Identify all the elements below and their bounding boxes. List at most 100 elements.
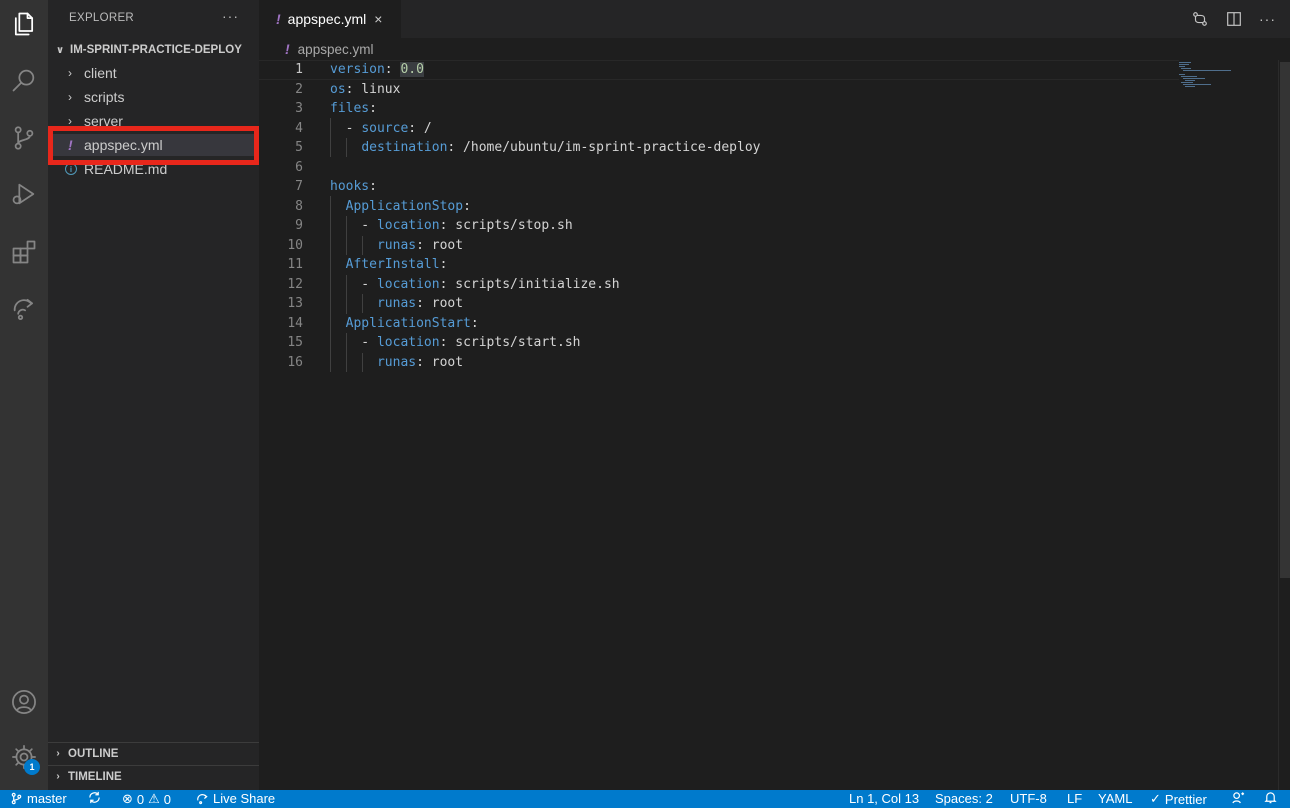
tree-item-label: appspec.yml (84, 137, 163, 153)
line-number: 13 (287, 296, 303, 312)
explorer-files-icon[interactable] (8, 8, 40, 40)
code-line[interactable]: 4 - source: / (259, 119, 1179, 139)
minimap[interactable] (1177, 60, 1277, 90)
encoding-setting[interactable]: UTF-8 (1010, 791, 1047, 806)
chevron-right-icon: › (56, 771, 60, 782)
activity-bar: 1 (0, 0, 48, 790)
warning-count: 0 (163, 791, 172, 807)
tree-folder-server[interactable]: › server (48, 110, 259, 132)
chevron-right-icon: › (68, 66, 72, 80)
code-line[interactable]: 9 - location: scripts/stop.sh (259, 216, 1179, 236)
code-line[interactable]: 2 os: linux (259, 80, 1179, 100)
chevron-right-icon: › (56, 748, 60, 759)
tree-item-label: client (84, 65, 117, 81)
code-line[interactable]: 12 - location: scripts/initialize.sh (259, 275, 1179, 295)
line-content: ApplicationStop: (345, 198, 471, 214)
sync-button[interactable] (88, 791, 101, 804)
live-share-status[interactable]: Live Share (196, 791, 275, 806)
bell-icon (1264, 792, 1277, 804)
yaml-file-icon: ! (276, 11, 281, 27)
line-content: runas: root (376, 237, 464, 253)
more-actions-button[interactable]: ··· (1259, 11, 1276, 27)
split-editor-icon[interactable] (1225, 10, 1243, 28)
line-content: - source: / (330, 120, 432, 136)
line-number: 6 (295, 159, 303, 175)
tree-folder-scripts[interactable]: › scripts (48, 86, 259, 108)
line-number: 3 (295, 101, 303, 117)
git-branch-icon (11, 792, 22, 805)
line-number: 2 (295, 81, 303, 97)
indentation-setting[interactable]: Spaces: 2 (935, 791, 993, 806)
extensions-icon[interactable] (8, 236, 40, 268)
tab-appspec[interactable]: ! appspec.yml × (259, 0, 401, 38)
code-line[interactable]: 11 AfterInstall: (259, 255, 1179, 275)
branch-name: master (27, 791, 67, 806)
feedback-button[interactable] (1232, 791, 1245, 804)
live-share-icon (197, 794, 208, 805)
code-line[interactable]: 10 runas: root (259, 236, 1179, 256)
line-number: 10 (287, 237, 303, 253)
tree-file-appspec[interactable]: ! appspec.yml (48, 134, 259, 156)
tree-folder-client[interactable]: › client (48, 62, 259, 84)
source-control-icon[interactable] (8, 122, 40, 154)
outline-section-header[interactable]: › OUTLINE (48, 742, 259, 764)
code-line[interactable]: 1 version: 0.0 (259, 60, 1179, 80)
line-number: 14 (287, 315, 303, 331)
notifications-button[interactable] (1264, 791, 1277, 804)
run-debug-icon[interactable] (8, 178, 40, 210)
line-number: 15 (287, 335, 303, 351)
line-number: 12 (287, 276, 303, 292)
line-number: 9 (295, 218, 303, 234)
prettier-label: Prettier (1164, 791, 1207, 807)
vertical-scrollbar[interactable] (1278, 60, 1290, 790)
accounts-icon[interactable] (8, 686, 40, 718)
prettier-status[interactable]: ✓ Prettier (1150, 791, 1207, 807)
chevron-right-icon: › (68, 114, 72, 128)
code-line[interactable]: 8 ApplicationStop: (259, 197, 1179, 217)
tab-close-button[interactable]: × (374, 11, 382, 27)
problems-indicator[interactable]: ⊗ 0 ⚠ 0 (122, 791, 171, 807)
code-line[interactable]: 6 (259, 158, 1179, 178)
line-number: 7 (295, 179, 303, 195)
warning-icon: ⚠ (148, 791, 160, 806)
check-double-icon: ✓ (1150, 791, 1161, 806)
explorer-more-actions-button[interactable]: ··· (222, 8, 239, 24)
line-content: hooks: (330, 179, 377, 195)
breadcrumb-file[interactable]: appspec.yml (298, 42, 374, 57)
code-line[interactable]: 14 ApplicationStart: (259, 314, 1179, 334)
code-line[interactable]: 13 runas: root (259, 294, 1179, 314)
language-mode[interactable]: YAML (1098, 791, 1132, 806)
scrollbar-thumb[interactable] (1280, 62, 1290, 578)
status-bar: master ⊗ 0 ⚠ 0 Live Share Ln 1, Col 13 S… (0, 790, 1290, 808)
code-editor[interactable]: 1 version: 0.0 2 os: linux 3 files: 4 - … (259, 60, 1290, 790)
line-number: 11 (287, 257, 303, 273)
line-content: files: (330, 101, 377, 117)
settings-update-badge: 1 (24, 759, 40, 775)
feedback-icon (1232, 792, 1245, 804)
explorer-sidebar: EXPLORER ··· ∨ IM-SPRINT-PRACTICE-DEPLOY… (48, 0, 259, 790)
breadcrumb[interactable]: ! appspec.yml (259, 38, 1290, 60)
live-share-label: Live Share (213, 791, 276, 806)
workspace-folder-header[interactable]: ∨ IM-SPRINT-PRACTICE-DEPLOY (48, 40, 259, 60)
code-line[interactable]: 5 destination: /home/ubuntu/im-sprint-pr… (259, 138, 1179, 158)
timeline-section-header[interactable]: › TIMELINE (48, 765, 259, 787)
line-content: runas: root (376, 296, 464, 312)
line-content: - location: scripts/stop.sh (330, 218, 573, 234)
cursor-position[interactable]: Ln 1, Col 13 (849, 791, 919, 806)
eol-setting[interactable]: LF (1067, 791, 1082, 806)
line-content: version: 0.0 (330, 62, 424, 78)
search-icon[interactable] (8, 64, 40, 96)
tab-label: appspec.yml (287, 11, 367, 27)
code-line[interactable]: 7 hooks: (259, 177, 1179, 197)
open-changes-icon[interactable] (1191, 10, 1209, 28)
code-line[interactable]: 16 runas: root (259, 353, 1179, 373)
line-number: 5 (295, 140, 303, 156)
tree-file-readme[interactable]: i README.md (48, 158, 259, 180)
yaml-file-icon: ! (285, 41, 290, 57)
live-share-icon[interactable] (8, 292, 40, 324)
code-line[interactable]: 3 files: (259, 99, 1179, 119)
chevron-right-icon: › (68, 90, 72, 104)
outline-label: OUTLINE (68, 747, 119, 760)
code-line[interactable]: 15 - location: scripts/start.sh (259, 333, 1179, 353)
branch-indicator[interactable]: master (10, 791, 67, 806)
